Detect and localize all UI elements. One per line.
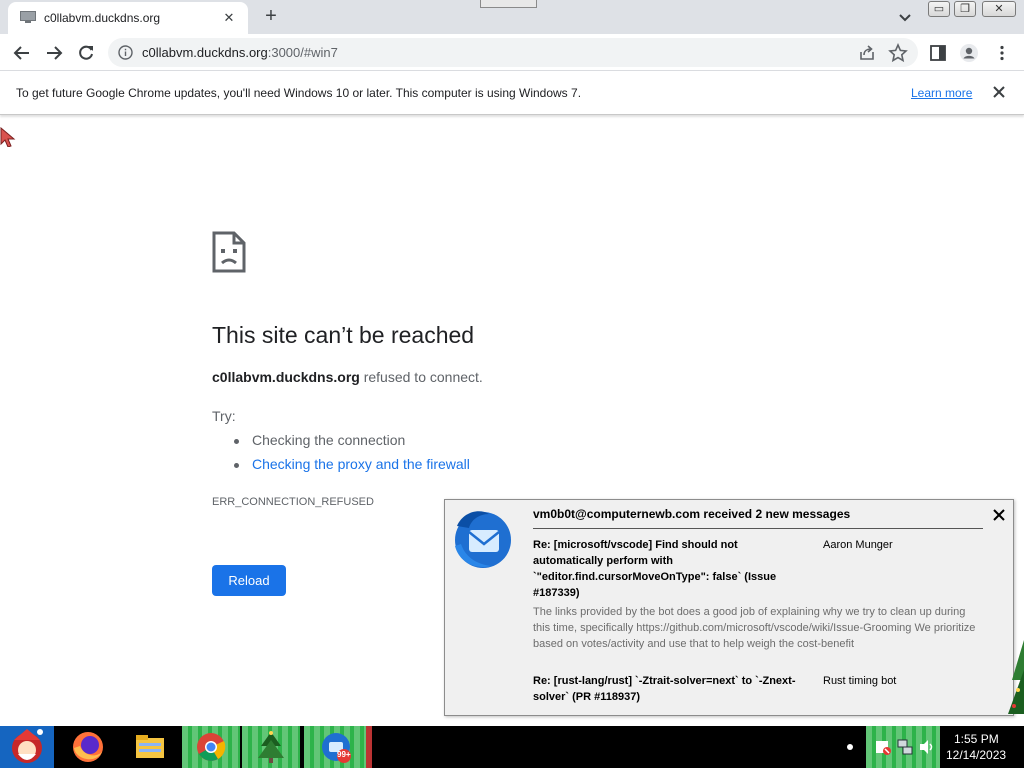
tab-strip: c0llabvm.duckdns.org ✕ + ▭ ❐ ✕	[0, 0, 1024, 34]
clock-date[interactable]: 12/14/2023	[946, 748, 1006, 762]
message-subject[interactable]: Re: [rust-lang/rust] `-Ztrait-solver=nex…	[533, 673, 803, 705]
try-label: Try:	[212, 408, 236, 424]
start-button[interactable]	[0, 726, 54, 768]
chrome-icon	[197, 733, 226, 761]
message-sender: Rust timing bot	[823, 675, 897, 687]
share-icon[interactable]	[857, 43, 877, 63]
network-icon[interactable]	[896, 738, 914, 756]
mail-notification[interactable]: vm0b0t@computernewb.com received 2 new m…	[444, 499, 1014, 716]
notification-body: vm0b0t@computernewb.com received 2 new m…	[519, 500, 1013, 715]
star-icon[interactable]	[888, 43, 908, 63]
christmas-tree-icon	[258, 731, 284, 763]
tab-close-icon[interactable]: ✕	[220, 9, 238, 27]
notification-divider	[533, 528, 983, 529]
monitor-icon	[20, 11, 36, 23]
firefox-icon[interactable]	[66, 726, 110, 768]
chevron-down-icon[interactable]	[896, 8, 914, 26]
window-close-button[interactable]: ✕	[982, 1, 1016, 17]
profile-icon[interactable]	[959, 43, 979, 63]
update-infobar: To get future Google Chrome updates, you…	[0, 71, 1024, 115]
volume-icon[interactable]	[918, 738, 936, 756]
message-preview: The links provided by the bot does a goo…	[533, 606, 976, 650]
thunderbird-icon	[455, 511, 511, 568]
back-arrow-icon[interactable]	[12, 43, 32, 63]
vm-drag-handle[interactable]	[480, 0, 537, 8]
browser-tab[interactable]: c0llabvm.duckdns.org ✕	[8, 2, 248, 34]
maximize-button[interactable]: ❐	[954, 1, 976, 17]
infobar-message: To get future Google Chrome updates, you…	[16, 86, 582, 100]
action-center-icon[interactable]	[874, 738, 892, 756]
tree-taskbar-button[interactable]	[242, 726, 300, 768]
notification-icon-column	[445, 500, 519, 715]
message-sender: Aaron Munger	[823, 539, 893, 551]
learn-more-link[interactable]: Learn more	[911, 86, 972, 100]
tray-dot-icon	[847, 744, 853, 750]
info-icon[interactable]	[118, 45, 133, 60]
system-tray	[866, 726, 940, 768]
infobar-close-icon[interactable]	[991, 84, 1007, 100]
screen: c0llabvm.duckdns.org ✕ + ▭ ❐ ✕ c0llabvm.…	[0, 0, 1024, 768]
kebab-menu-icon[interactable]	[992, 43, 1012, 63]
new-tab-button[interactable]: +	[260, 5, 282, 27]
side-panel-icon[interactable]	[928, 43, 948, 63]
unread-badge: 99+	[337, 750, 351, 759]
browser-toolbar: c0llabvm.duckdns.org:3000/#win7	[0, 34, 1024, 71]
tree-decoration-icon	[1008, 640, 1024, 714]
taskbar-edge	[366, 726, 372, 768]
minimize-button[interactable]: ▭	[928, 1, 950, 17]
address-bar[interactable]: c0llabvm.duckdns.org:3000/#win7	[108, 38, 918, 67]
suggestion-check-connection: Checking the connection	[234, 432, 470, 456]
tab-title: c0llabvm.duckdns.org	[44, 11, 161, 25]
reload-button[interactable]: Reload	[212, 565, 286, 596]
error-description: c0llabvm.duckdns.org refused to connect.	[212, 369, 483, 385]
file-explorer-icon[interactable]	[128, 726, 172, 768]
error-code: ERR_CONNECTION_REFUSED	[212, 496, 374, 508]
message-subject[interactable]: Re: [microsoft/vscode] Find should not a…	[533, 537, 803, 601]
notification-close-icon[interactable]	[991, 507, 1007, 523]
thunderbird-taskbar-button[interactable]: 99+	[304, 726, 366, 768]
mouse-cursor-icon	[0, 127, 16, 147]
suggestion-check-proxy-link[interactable]: Checking the proxy and the firewall	[234, 456, 470, 480]
clock-time[interactable]: 1:55 PM	[954, 732, 999, 746]
forward-arrow-icon[interactable]	[44, 43, 64, 63]
taskbar: 99+ 1:55 PM 12/14/2023	[0, 726, 1024, 768]
suggestion-list: Checking the connection Checking the pro…	[234, 432, 470, 480]
reload-icon[interactable]	[76, 43, 96, 63]
notification-header: vm0b0t@computernewb.com received 2 new m…	[533, 507, 851, 521]
url-text: c0llabvm.duckdns.org:3000/#win7	[142, 45, 338, 60]
sad-page-icon	[212, 231, 246, 273]
chrome-taskbar-button[interactable]	[182, 726, 240, 768]
error-title: This site can’t be reached	[212, 322, 475, 348]
